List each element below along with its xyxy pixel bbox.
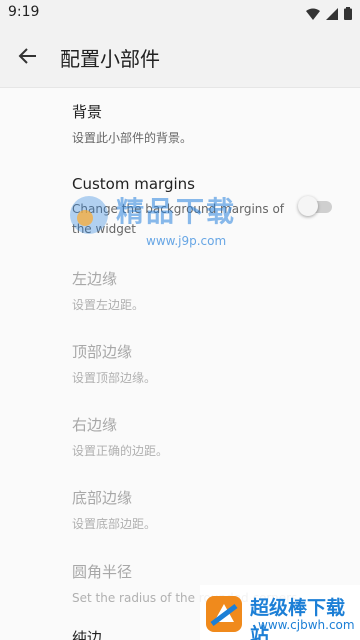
watermark-url: www.j9p.com [146,234,227,248]
page-title: 配置小部件 [60,47,160,71]
pref-title: 右边缘 [72,416,118,434]
watermark-cjbwh: 超级棒下载站 www.cjbwh.com [200,585,360,640]
pref-summary: 设置左边距。 [72,298,145,312]
app-bar: 配置小部件 [0,24,360,88]
pref-title: 左边缘 [72,270,118,288]
signal-icon [326,5,338,24]
pref-background[interactable]: 背景 设置此小部件的背景。 [72,101,332,148]
pref-summary: 设置此小部件的背景。 [72,131,193,145]
wifi-icon [306,5,320,24]
pref-title: 底部边缘 [72,489,133,507]
pref-title: 背景 [72,103,103,121]
pref-solid-edge-title[interactable]: 纯边 [72,627,102,640]
watermark-text: 精品下载 [116,195,237,228]
watermark-url: www.cjbwh.com [258,618,355,632]
custom-margins-switch[interactable] [298,196,334,216]
battery-icon [344,5,352,24]
status-bar: 9:19 [0,0,360,24]
pref-left-margin[interactable]: 左边缘 设置左边距。 [72,268,332,315]
status-time: 9:19 [8,4,40,20]
pref-right-margin[interactable]: 右边缘 设置正确的边距。 [72,414,332,461]
pref-summary: 设置底部边距。 [72,517,157,531]
cjbwh-logo-icon [206,596,242,632]
pref-title: 顶部边缘 [72,343,133,361]
pref-summary: 设置正确的边距。 [72,444,169,458]
pref-title: 圆角半径 [72,563,133,581]
pref-summary: 设置顶部边缘。 [72,371,157,385]
pref-bottom-margin[interactable]: 底部边缘 设置底部边距。 [72,487,332,534]
pref-top-margin[interactable]: 顶部边缘 设置顶部边缘。 [72,341,332,388]
switch-thumb [298,196,318,216]
status-icons [306,5,352,24]
watermark-j9p: 精品下载 www.j9p.com [68,190,298,260]
arrow-back-icon [18,48,36,64]
watermark-text: 超级棒下载站 [250,597,346,640]
back-button[interactable] [14,42,42,70]
j9p-logo-icon [70,196,108,234]
